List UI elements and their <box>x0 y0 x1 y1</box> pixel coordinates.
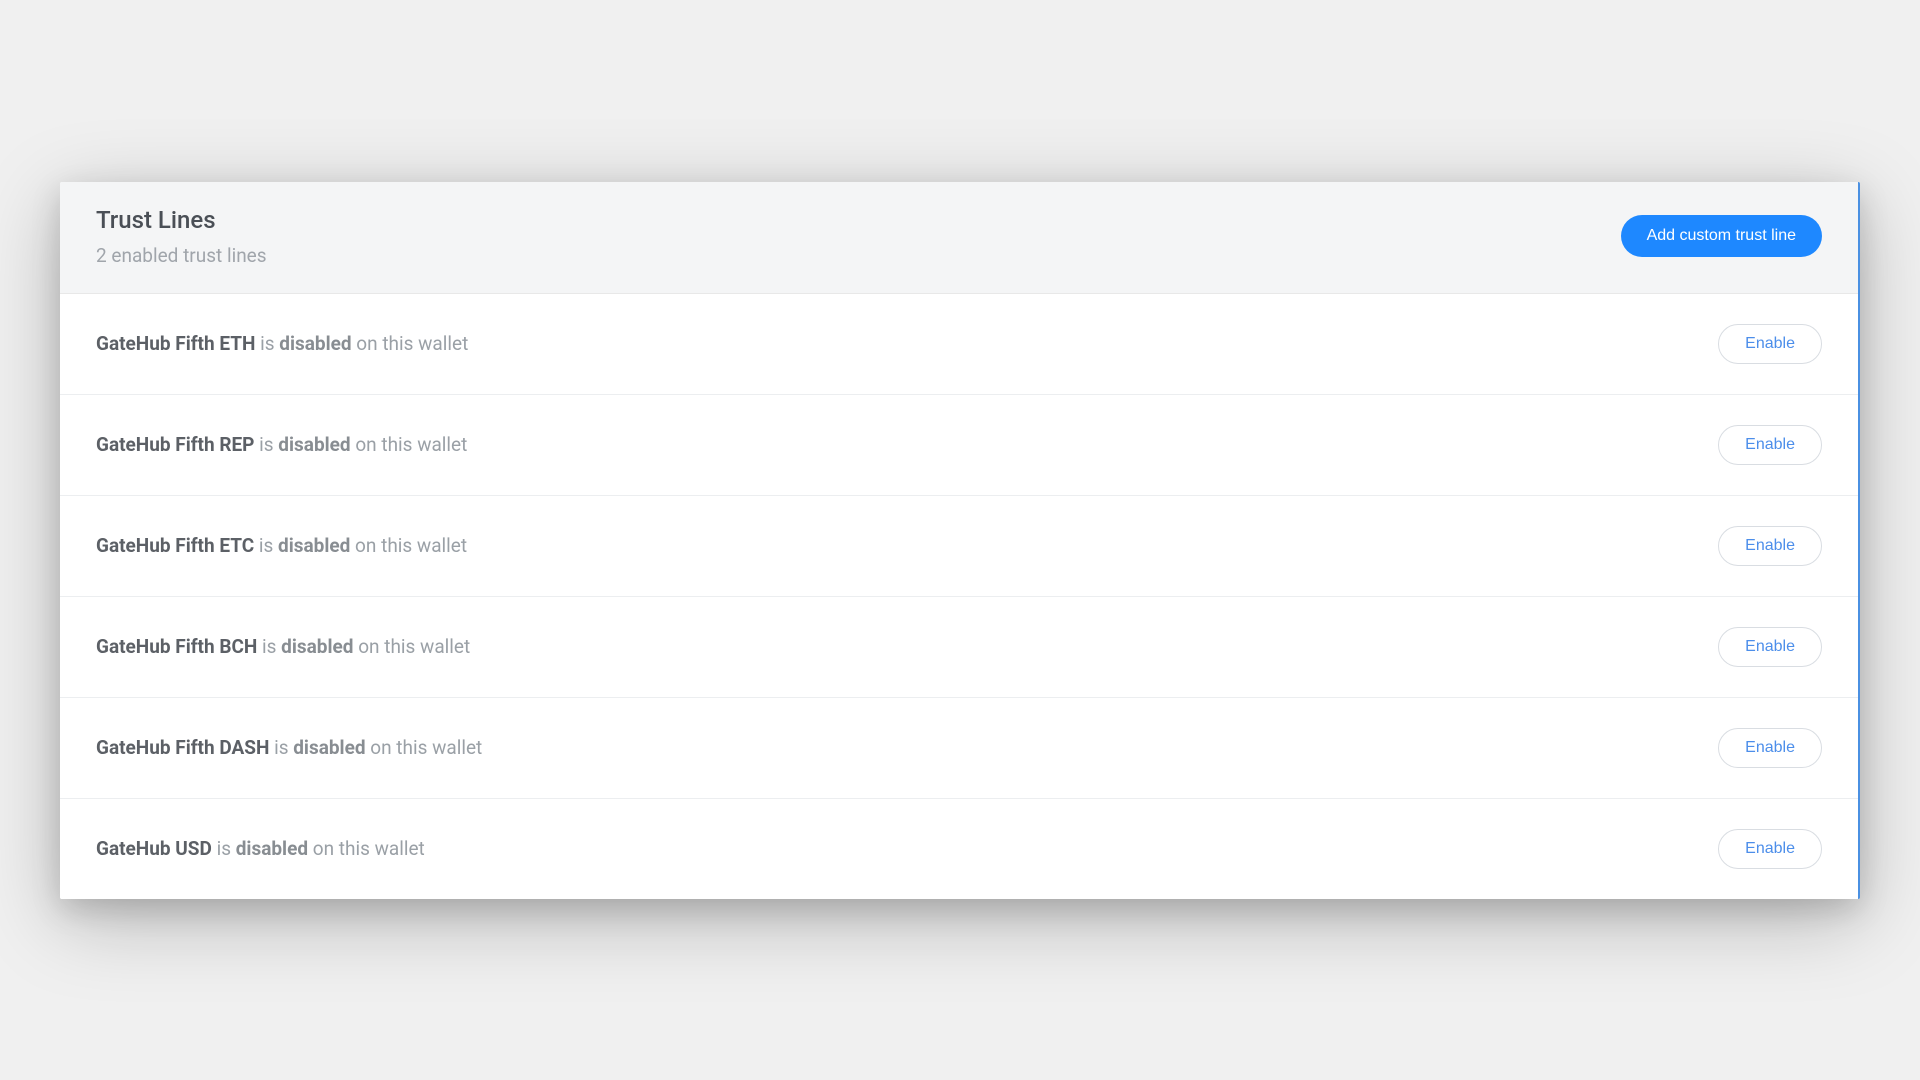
on-wallet-text: on this wallet <box>308 837 425 860</box>
enable-button[interactable]: Enable <box>1718 829 1822 869</box>
on-wallet-text: on this wallet <box>350 534 467 557</box>
trust-line-state: disabled <box>293 736 365 759</box>
trust-line-status-text: GateHub USD is disabled on this wallet <box>96 837 425 860</box>
trust-line-state: disabled <box>279 332 351 355</box>
trust-line-status-text: GateHub Fifth DASH is disabled on this w… <box>96 736 482 759</box>
trust-line-row: GateHub Fifth ETC is disabled on this wa… <box>60 496 1858 597</box>
trust-line-state: disabled <box>281 635 353 658</box>
enable-button[interactable]: Enable <box>1718 627 1822 667</box>
is-text: is <box>212 837 236 860</box>
header-left: Trust Lines 2 enabled trust lines <box>96 206 267 267</box>
trust-line-name: GateHub Fifth REP <box>96 433 254 456</box>
trust-line-row: GateHub Fifth DASH is disabled on this w… <box>60 698 1858 799</box>
is-text: is <box>269 736 293 759</box>
is-text: is <box>254 433 278 456</box>
enable-button[interactable]: Enable <box>1718 425 1822 465</box>
trust-line-row: GateHub USD is disabled on this wallet E… <box>60 799 1858 899</box>
is-text: is <box>254 534 278 557</box>
on-wallet-text: on this wallet <box>366 736 483 759</box>
is-text: is <box>255 332 279 355</box>
on-wallet-text: on this wallet <box>352 332 469 355</box>
card-header: Trust Lines 2 enabled trust lines Add cu… <box>60 182 1858 294</box>
add-custom-trust-line-button[interactable]: Add custom trust line <box>1621 215 1822 257</box>
trust-line-row: GateHub Fifth BCH is disabled on this wa… <box>60 597 1858 698</box>
trust-line-status-text: GateHub Fifth BCH is disabled on this wa… <box>96 635 470 658</box>
trust-line-name: GateHub Fifth ETC <box>96 534 254 557</box>
trust-line-name: GateHub USD <box>96 837 212 860</box>
trust-line-row: GateHub Fifth ETH is disabled on this wa… <box>60 294 1858 395</box>
on-wallet-text: on this wallet <box>353 635 470 658</box>
trust-line-status-text: GateHub Fifth REP is disabled on this wa… <box>96 433 467 456</box>
trust-line-name: GateHub Fifth BCH <box>96 635 257 658</box>
on-wallet-text: on this wallet <box>351 433 468 456</box>
page-title: Trust Lines <box>96 206 267 234</box>
trust-line-state: disabled <box>278 534 350 557</box>
trust-line-status-text: GateHub Fifth ETC is disabled on this wa… <box>96 534 467 557</box>
trust-lines-card: Trust Lines 2 enabled trust lines Add cu… <box>60 182 1860 899</box>
enabled-count: 2 enabled trust lines <box>96 244 267 267</box>
enable-button[interactable]: Enable <box>1718 324 1822 364</box>
trust-line-name: GateHub Fifth ETH <box>96 332 255 355</box>
trust-line-state: disabled <box>278 433 350 456</box>
trust-line-row: GateHub Fifth REP is disabled on this wa… <box>60 395 1858 496</box>
enable-button[interactable]: Enable <box>1718 526 1822 566</box>
trust-line-state: disabled <box>236 837 308 860</box>
is-text: is <box>257 635 281 658</box>
trust-line-name: GateHub Fifth DASH <box>96 736 269 759</box>
trust-line-status-text: GateHub Fifth ETH is disabled on this wa… <box>96 332 468 355</box>
enable-button[interactable]: Enable <box>1718 728 1822 768</box>
